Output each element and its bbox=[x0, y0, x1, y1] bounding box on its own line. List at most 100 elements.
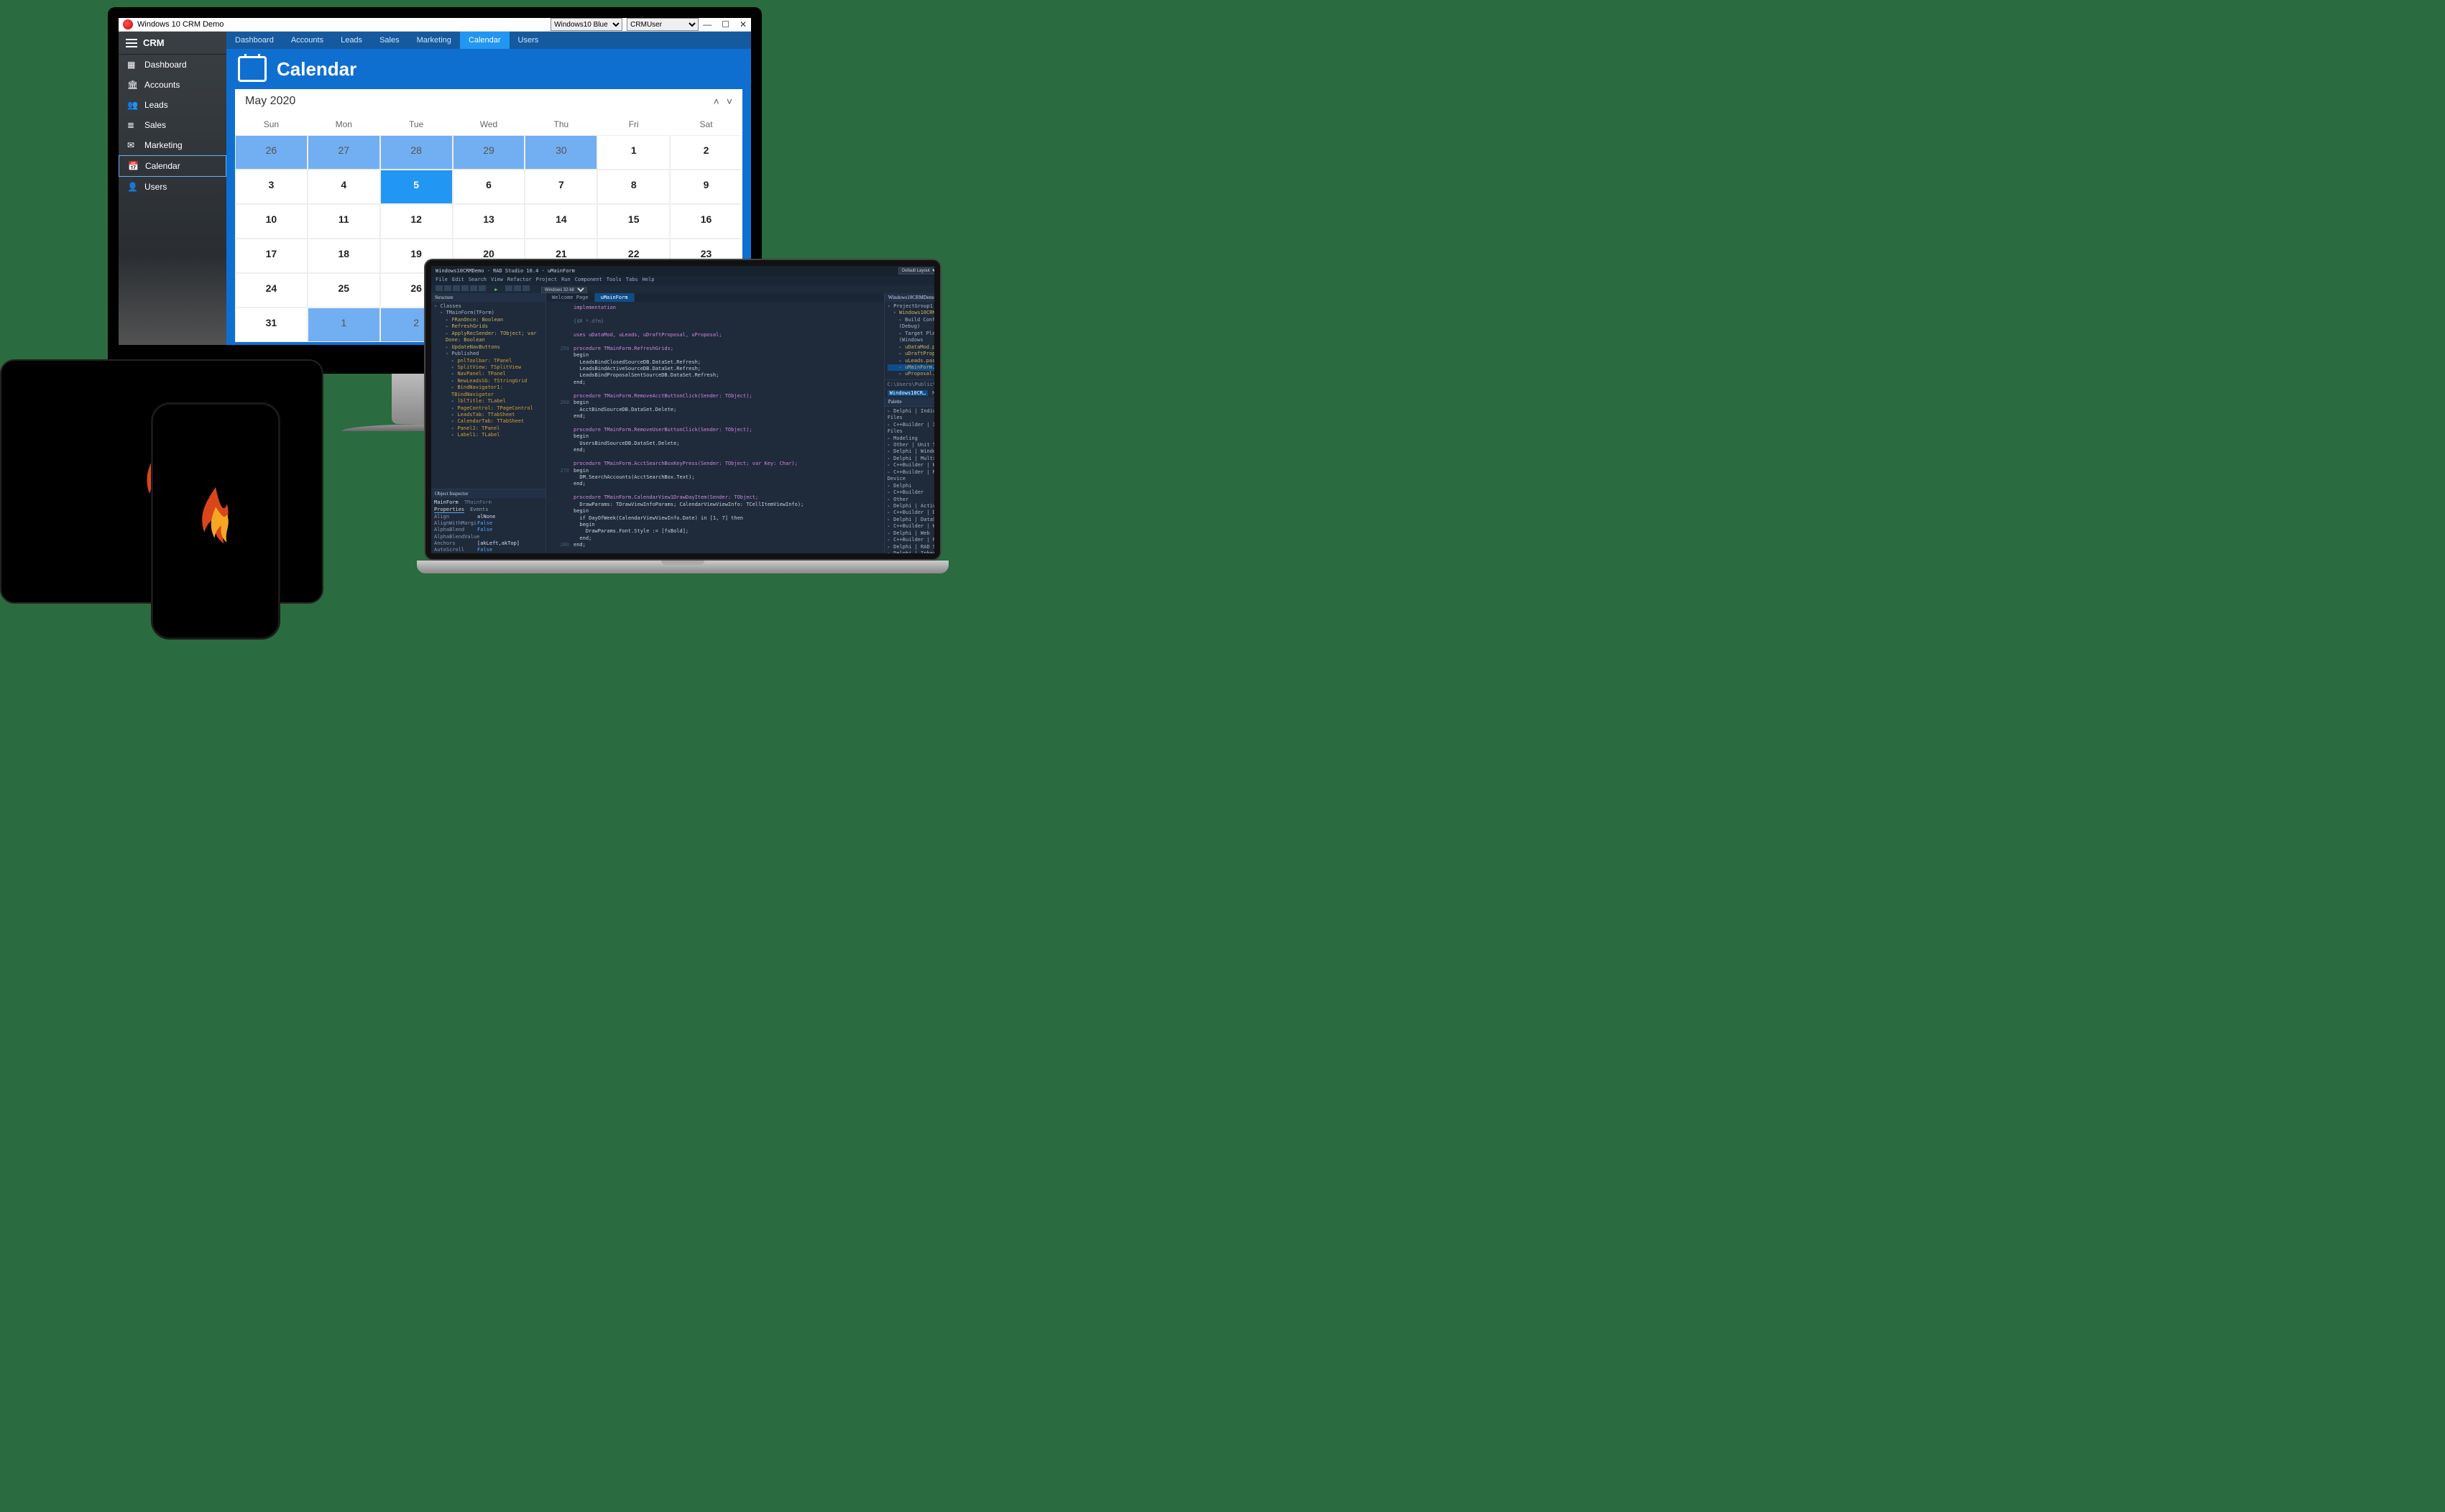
structure-node[interactable]: Published bbox=[434, 351, 543, 357]
structure-node[interactable]: NavPanel: TPanel bbox=[434, 371, 543, 377]
project-node[interactable]: uProposal.pas bbox=[888, 371, 934, 377]
close-button[interactable]: ✕ bbox=[740, 19, 747, 29]
tab-dashboard[interactable]: Dashboard bbox=[226, 32, 282, 49]
structure-node[interactable]: pnlToolbar: TPanel bbox=[434, 358, 543, 364]
palette-category[interactable]: ▸ C++Builder | Web bbox=[888, 523, 934, 530]
calendar-day-cell[interactable]: 3 bbox=[235, 170, 308, 204]
structure-node[interactable]: Panel2: TPanel bbox=[434, 425, 543, 432]
calendar-day-cell[interactable]: 6 bbox=[453, 170, 525, 204]
toolbar-button[interactable] bbox=[505, 285, 512, 291]
sidebar-item-dashboard[interactable]: ▦Dashboard bbox=[119, 55, 226, 75]
property-row[interactable]: AlignWithMargiFalse bbox=[434, 520, 543, 527]
structure-node[interactable]: UpdateNavButtons bbox=[434, 344, 543, 351]
inspector-tabs[interactable]: Properties Events bbox=[431, 507, 545, 512]
property-row[interactable]: AlignalNone bbox=[434, 514, 543, 520]
sidebar-item-users[interactable]: 👤Users bbox=[119, 177, 226, 197]
calendar-day-cell[interactable]: 11 bbox=[308, 204, 380, 239]
toolbar-button[interactable] bbox=[461, 285, 469, 291]
code-editor[interactable]: implementation {$R *.dfm} uses uDataMod,… bbox=[546, 302, 884, 553]
palette-category[interactable]: ▸ Delphi bbox=[888, 483, 934, 489]
menu-edit[interactable]: Edit bbox=[452, 277, 464, 282]
structure-node[interactable]: BindNavigator1: TBindNavigator bbox=[434, 384, 543, 398]
structure-node[interactable]: LeadsTab: TTabSheet bbox=[434, 412, 543, 418]
sidebar-item-calendar[interactable]: 📅Calendar bbox=[119, 155, 226, 177]
structure-node[interactable]: PageControl: TPageControl bbox=[434, 405, 543, 412]
structure-node[interactable]: Classes bbox=[434, 303, 543, 310]
theme-dropdown[interactable]: Windows10 Blue bbox=[551, 18, 622, 31]
project-node[interactable]: uDraftProposal.pas bbox=[888, 351, 934, 357]
editor-tab[interactable]: Welcome Page bbox=[546, 293, 595, 302]
calendar-day-cell[interactable]: 18 bbox=[308, 239, 380, 273]
sidebar-item-leads[interactable]: 👥Leads bbox=[119, 95, 226, 115]
property-row[interactable]: Anchors[akLeft,akTop] bbox=[434, 540, 543, 547]
project-node[interactable]: uMainForm.pas bbox=[888, 364, 934, 371]
palette-category[interactable]: ▸ C++Builder | Individual Files bbox=[888, 422, 934, 435]
menu-tools[interactable]: Tools bbox=[607, 277, 622, 282]
calendar-day-cell[interactable]: 8 bbox=[597, 170, 670, 204]
project-tab[interactable]: Model View bbox=[932, 390, 934, 396]
inspector-tab[interactable]: Properties bbox=[434, 507, 464, 513]
structure-node[interactable]: RefreshGrids bbox=[434, 323, 543, 330]
project-node[interactable]: Build Configurations (Debug) bbox=[888, 317, 934, 331]
palette-category[interactable]: ▸ C++Builder | DataSnap bbox=[888, 510, 934, 516]
menu-view[interactable]: View bbox=[491, 277, 503, 282]
toolbar-button[interactable] bbox=[444, 285, 451, 291]
calendar-day-cell[interactable]: 31 bbox=[235, 308, 308, 342]
calendar-day-cell[interactable]: 15 bbox=[597, 204, 670, 239]
calendar-day-cell[interactable]: 7 bbox=[525, 170, 597, 204]
next-month-button[interactable]: ˅ bbox=[727, 96, 732, 107]
property-row[interactable]: AlphaBlendValue bbox=[434, 534, 543, 540]
project-tree[interactable]: ProjectGroup1Windows10CRMDemo.exeBuild C… bbox=[885, 302, 934, 379]
calendar-day-cell[interactable]: 10 bbox=[235, 204, 308, 239]
calendar-day-cell[interactable]: 16 bbox=[670, 204, 742, 239]
menu-file[interactable]: File bbox=[436, 277, 448, 282]
property-row[interactable]: AlphaBlendFalse bbox=[434, 527, 543, 533]
calendar-day-cell[interactable]: 1 bbox=[308, 308, 380, 342]
palette-category[interactable]: ▸ C++Builder bbox=[888, 489, 934, 496]
palette-category[interactable]: ▸ Delphi | Multi-Device bbox=[888, 456, 934, 462]
calendar-day-cell[interactable]: 2 bbox=[670, 135, 742, 170]
project-node[interactable]: uDataMod.pas bbox=[888, 344, 934, 351]
palette-category[interactable]: ▸ Delphi | Individual Files bbox=[888, 408, 934, 422]
calendar-day-cell[interactable]: 28 bbox=[380, 135, 453, 170]
hamburger-icon[interactable] bbox=[126, 39, 137, 47]
project-node[interactable]: ProjectGroup1 bbox=[888, 303, 934, 310]
calendar-day-cell[interactable]: 29 bbox=[453, 135, 525, 170]
palette-category[interactable]: ▸ Delphi | RAD Server bbox=[888, 544, 934, 550]
structure-node[interactable]: FRanOnce: Boolean bbox=[434, 317, 543, 323]
menu-refactor[interactable]: Refactor bbox=[507, 277, 532, 282]
project-tabs[interactable]: Windows10CR…Model View bbox=[885, 389, 934, 397]
calendar-day-cell[interactable]: 13 bbox=[453, 204, 525, 239]
structure-node[interactable]: lblTitle: TLabel bbox=[434, 398, 543, 405]
project-tab[interactable]: Windows10CR… bbox=[888, 390, 929, 396]
palette-category[interactable]: ▸ C++Builder | RAD Server bbox=[888, 537, 934, 543]
inspector-object[interactable]: MainForm bbox=[434, 499, 459, 505]
palette-category[interactable]: ▸ Other | Unit Test bbox=[888, 442, 934, 448]
palette-list[interactable]: ▸ Delphi | Individual Files▸ C++Builder … bbox=[885, 406, 934, 553]
tab-calendar[interactable]: Calendar bbox=[460, 32, 510, 49]
calendar-day-cell[interactable]: 24 bbox=[235, 273, 308, 308]
menu-search[interactable]: Search bbox=[469, 277, 487, 282]
palette-category[interactable]: ▸ Delphi | Windows bbox=[888, 448, 934, 455]
toolbar-button[interactable] bbox=[453, 285, 460, 291]
tab-leads[interactable]: Leads bbox=[332, 32, 371, 49]
palette-category[interactable]: ▸ Modeling bbox=[888, 435, 934, 442]
sidebar-item-accounts[interactable]: 🏛Accounts bbox=[119, 75, 226, 95]
toolbar-button[interactable] bbox=[514, 285, 521, 291]
user-dropdown[interactable]: CRMUser bbox=[627, 18, 699, 31]
toolbar-button[interactable] bbox=[470, 285, 477, 291]
calendar-day-cell[interactable]: 9 bbox=[670, 170, 742, 204]
calendar-day-cell[interactable]: 4 bbox=[308, 170, 380, 204]
structure-node[interactable]: CalendarTab: TTabSheet bbox=[434, 418, 543, 425]
calendar-day-cell[interactable]: 1 bbox=[597, 135, 670, 170]
prev-month-button[interactable]: ˄ bbox=[714, 96, 719, 107]
palette-category[interactable]: ▸ Delphi | ActiveX bbox=[888, 503, 934, 510]
menu-help[interactable]: Help bbox=[643, 277, 655, 282]
inspector-tab[interactable]: Events bbox=[470, 507, 488, 512]
structure-node[interactable]: Label1: TLabel bbox=[434, 432, 543, 438]
sidebar-item-marketing[interactable]: ✉Marketing bbox=[119, 135, 226, 155]
layout-dropdown[interactable]: Default Layout bbox=[898, 267, 934, 275]
structure-tree[interactable]: ClassesTMainForm(TForm)FRanOnce: Boolean… bbox=[431, 302, 545, 489]
palette-category[interactable]: ▸ Delphi | Inheritable Items bbox=[888, 550, 934, 553]
tab-marketing[interactable]: Marketing bbox=[408, 32, 460, 49]
